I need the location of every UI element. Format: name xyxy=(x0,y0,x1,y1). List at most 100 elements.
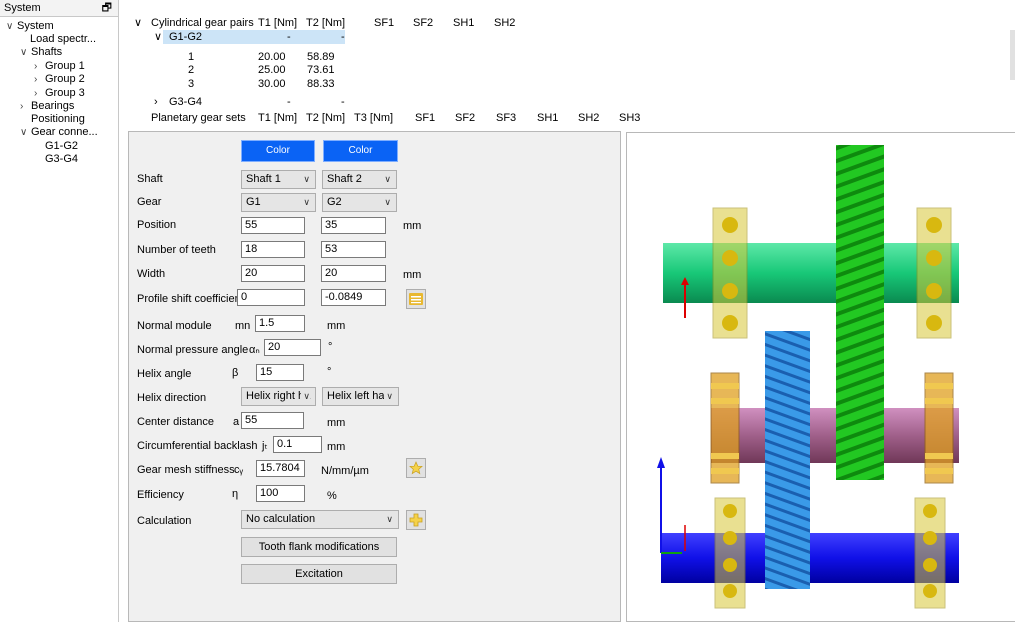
position-label: Position xyxy=(137,219,177,231)
tree-item-group-2[interactable]: › Group 2 xyxy=(34,73,85,86)
cell-t2: 88.33 xyxy=(307,78,335,90)
chevron-down-icon[interactable]: ∨ xyxy=(20,46,31,59)
position-unit: mm xyxy=(403,220,422,232)
profile-shift-input-1[interactable]: 0 xyxy=(237,289,305,306)
chevron-right-icon[interactable]: › xyxy=(34,73,45,86)
mesh-stiffness-label: Gear mesh stiffness xyxy=(137,464,235,476)
pressure-angle-input[interactable]: 20 xyxy=(264,339,321,356)
scrollbar[interactable] xyxy=(1010,30,1015,80)
plus-icon[interactable] xyxy=(406,510,426,530)
tree-item-group-3[interactable]: › Group 3 xyxy=(34,87,85,100)
position-input-1[interactable]: 55 xyxy=(241,217,305,234)
color-button-gear-2[interactable]: Color xyxy=(323,140,398,162)
chevron-right-icon[interactable]: › xyxy=(20,100,31,113)
table-row-index: 2 xyxy=(188,64,195,76)
normal-module-symbol: mn xyxy=(235,320,251,332)
teeth-label: Number of teeth xyxy=(137,244,216,256)
efficiency-unit: % xyxy=(327,490,337,502)
tree-item-g3-g4[interactable]: G3-G4 xyxy=(45,153,78,166)
width-input-2[interactable]: 20 xyxy=(321,265,386,282)
3d-viewport[interactable] xyxy=(626,132,1015,622)
cylindrical-gear-pairs-header: Cylindrical gear pairs xyxy=(151,17,254,29)
chevron-right-icon[interactable]: › xyxy=(154,96,158,109)
calculation-label: Calculation xyxy=(137,515,192,527)
position-input-2[interactable]: 35 xyxy=(321,217,386,234)
center-distance-input[interactable]: 55 xyxy=(241,412,304,429)
chevron-down-icon: ∨ xyxy=(303,197,310,207)
helix-angle-input[interactable]: 15 xyxy=(256,364,304,381)
tree-item-shafts[interactable]: ∨ Shafts xyxy=(20,46,62,59)
col-sh2: SH2 xyxy=(494,17,516,29)
shaft-2 xyxy=(711,408,959,463)
chevron-down-icon[interactable]: ∨ xyxy=(154,31,162,44)
pressure-angle-symbol: αₙ xyxy=(249,344,260,356)
bearing-bottom-right xyxy=(914,497,946,609)
gear-g2 xyxy=(836,145,884,480)
cell-t1: - xyxy=(287,31,291,43)
profile-shift-input-2[interactable]: -0.0849 xyxy=(321,289,386,306)
chevron-down-icon[interactable]: ∨ xyxy=(6,20,17,33)
gear-select-2[interactable]: G2 ∨ xyxy=(322,193,397,212)
chevron-down-icon: ∨ xyxy=(384,388,393,405)
calculation-select[interactable]: No calculation ∨ xyxy=(241,510,399,529)
col-sh1: SH1 xyxy=(453,17,475,29)
pin-icon[interactable]: 🗗 xyxy=(102,0,112,17)
mesh-stiffness-symbol: cᵧ xyxy=(234,464,244,476)
chevron-down-icon[interactable]: ∨ xyxy=(20,126,31,139)
chevron-right-icon[interactable]: › xyxy=(34,60,45,73)
star-icon[interactable] xyxy=(406,458,426,478)
shaft-1 xyxy=(663,243,959,303)
width-input-1[interactable]: 20 xyxy=(241,265,305,282)
gearbox-3d-model xyxy=(657,145,959,609)
chevron-down-icon[interactable]: ∨ xyxy=(134,17,142,30)
cell-t1: 30.00 xyxy=(258,78,286,90)
shaft-label: Shaft xyxy=(137,173,163,185)
color-button-gear-1[interactable]: Color xyxy=(241,140,315,162)
tree-item-bearings[interactable]: › Bearings xyxy=(20,100,74,113)
col-sf1: SF1 xyxy=(374,17,395,29)
col-sh3: SH3 xyxy=(619,112,641,124)
chevron-down-icon: ∨ xyxy=(301,388,310,405)
col-sf1: SF1 xyxy=(415,112,436,124)
tooth-flank-modifications-button[interactable]: Tooth flank modifications xyxy=(241,537,397,557)
teeth-input-2[interactable]: 53 xyxy=(321,241,386,258)
backlash-label: Circumferential backlash xyxy=(137,440,258,452)
helix-direction-select-2[interactable]: Helix left har ∨ xyxy=(322,387,399,406)
bearing-bottom-left xyxy=(714,497,746,609)
planetary-gear-sets-header: Planetary gear sets xyxy=(151,112,246,124)
helix-angle-label: Helix angle xyxy=(137,368,192,380)
bearing-middle-right xyxy=(924,372,954,484)
chevron-right-icon[interactable]: › xyxy=(34,87,45,100)
tree-item-system[interactable]: ∨ System xyxy=(6,20,54,33)
shaft-select-1[interactable]: Shaft 1 ∨ xyxy=(241,170,316,189)
helix-direction-label: Helix direction xyxy=(137,392,207,404)
cell-t2: - xyxy=(341,96,345,108)
helix-direction-select-1[interactable]: Helix right ha ∨ xyxy=(241,387,316,406)
tree-item-positioning[interactable]: Positioning xyxy=(31,113,85,126)
profile-shift-label: Profile shift coefficient xyxy=(137,293,244,305)
tree-item-group-1[interactable]: › Group 1 xyxy=(34,60,85,73)
mesh-stiffness-input[interactable]: 15.7804 xyxy=(256,460,305,477)
efficiency-symbol: η xyxy=(232,488,239,500)
list-icon[interactable] xyxy=(406,289,426,309)
cell-t1: 25.00 xyxy=(258,64,286,76)
teeth-input-1[interactable]: 18 xyxy=(241,241,305,258)
tree-item-g1-g2[interactable]: G1-G2 xyxy=(45,140,78,153)
normal-module-input[interactable]: 1.5 xyxy=(255,315,305,332)
row-g3-g4[interactable]: G3-G4 xyxy=(169,96,202,109)
row-g1-g2[interactable]: G1-G2 xyxy=(169,31,202,44)
shaft-select-2[interactable]: Shaft 2 ∨ xyxy=(322,170,397,189)
center-distance-label: Center distance xyxy=(137,416,215,428)
col-t2: T2 [Nm] xyxy=(306,17,346,29)
backlash-input[interactable]: 0.1 xyxy=(273,436,322,453)
gear-label: Gear xyxy=(137,196,162,208)
excitation-button[interactable]: Excitation xyxy=(241,564,397,584)
tree-item-gear-connections[interactable]: ∨ Gear conne... xyxy=(20,126,98,139)
efficiency-input[interactable]: 100 xyxy=(256,485,305,502)
width-label: Width xyxy=(137,268,166,280)
tree-item-load-spectrum[interactable]: Load spectr... xyxy=(30,33,96,46)
gear-select-1[interactable]: G1 ∨ xyxy=(241,193,316,212)
cell-t2: 58.89 xyxy=(307,51,335,63)
table-row-index: 1 xyxy=(188,51,195,63)
normal-module-unit: mm xyxy=(327,320,346,332)
